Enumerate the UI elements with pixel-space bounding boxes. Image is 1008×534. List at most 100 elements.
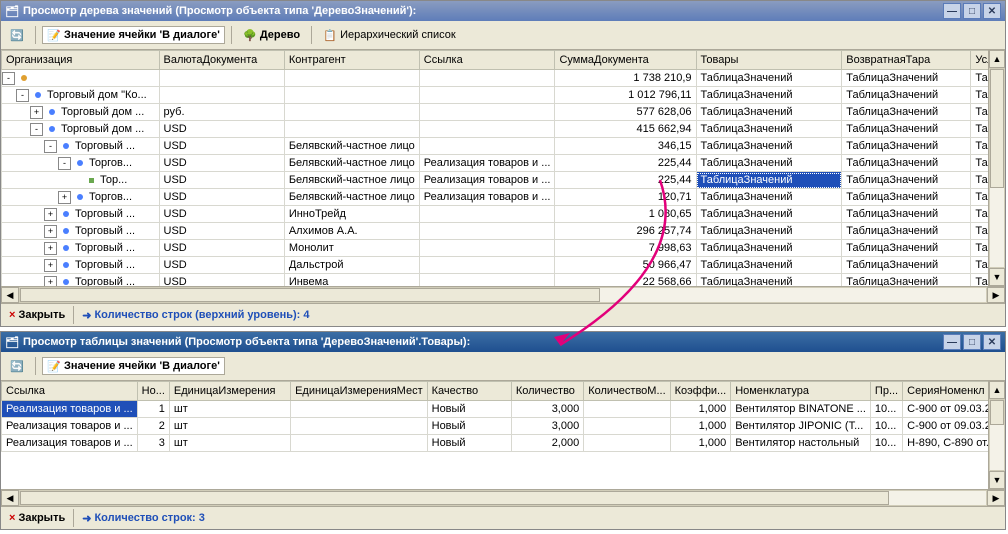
tree-mode-button[interactable]: 🌳Дерево xyxy=(238,26,305,44)
col-header[interactable]: ВозвратнаяТара xyxy=(842,51,971,70)
close-button[interactable]: ✕ xyxy=(983,334,1001,350)
tree-toggle[interactable]: - xyxy=(16,89,29,102)
table-titlebar[interactable]: 🗂 Просмотр таблицы значений (Просмотр об… xyxy=(1,332,1005,352)
table-row[interactable]: +Торговый ...USDИнноТрейд1 080,65Таблица… xyxy=(2,206,1005,223)
col-header[interactable]: ЕдиницаИзмеренияМест xyxy=(291,382,428,401)
col-header[interactable]: ВалютаДокумента xyxy=(159,51,284,70)
col-header[interactable]: СуммаДокумента xyxy=(555,51,696,70)
table-row[interactable]: +Торговый ...USDАлхимов А.А.296 257,74Та… xyxy=(2,223,1005,240)
tree-icon: 🌳 xyxy=(243,28,257,42)
col-header[interactable]: Количество xyxy=(511,382,583,401)
tree-toggle[interactable]: + xyxy=(44,242,57,255)
col-header[interactable]: Организация xyxy=(2,51,160,70)
tree-rows-label: ➜ Количество строк (верхний уровень): 4 xyxy=(78,308,313,323)
tree-node-icon xyxy=(63,143,69,149)
table-row[interactable]: Реализация товаров и ...2штНовый3,0001,0… xyxy=(2,418,1005,435)
table-row[interactable]: -Торгов...USDБелявский-частное лицоРеали… xyxy=(2,155,1005,172)
table-rows-label: ➜ Количество строк: 3 xyxy=(78,511,209,526)
org-text: Торговый ... xyxy=(75,276,135,286)
maximize-button[interactable]: □ xyxy=(963,334,981,350)
table-viewer-window: 🗂 Просмотр таблицы значений (Просмотр об… xyxy=(0,331,1006,530)
tree-grid[interactable]: ОрганизацияВалютаДокументаКонтрагентСсыл… xyxy=(1,50,1005,286)
tree-toggle[interactable]: + xyxy=(30,106,43,119)
table-status: × Закрыть ➜ Количество строк: 3 xyxy=(1,506,1005,529)
tree-node-icon xyxy=(63,211,69,217)
org-text: Торговый ... xyxy=(75,140,135,152)
col-header[interactable]: Коэффи... xyxy=(670,382,731,401)
col-header[interactable]: КоличествоМ... xyxy=(584,382,670,401)
org-text: Торговый ... xyxy=(75,259,135,271)
app-icon: 🗂 xyxy=(5,335,19,349)
close-x-icon: × xyxy=(9,512,15,524)
tree-titlebar[interactable]: 🗂 Просмотр дерева значений (Просмотр объ… xyxy=(1,1,1005,21)
tree-node-icon xyxy=(63,245,69,251)
col-header[interactable]: Товары xyxy=(696,51,842,70)
tree-node-icon xyxy=(63,279,69,285)
tree-toggle[interactable]: - xyxy=(58,157,71,170)
table-row[interactable]: -Торговый ...USDБелявский-частное лицо34… xyxy=(2,138,1005,155)
table-row[interactable]: +Торгов...USDБелявский-частное лицоРеали… xyxy=(2,189,1005,206)
table-title: Просмотр таблицы значений (Просмотр объе… xyxy=(23,336,470,348)
tree-node-icon xyxy=(77,194,83,200)
refresh-icon: 🔄 xyxy=(10,28,24,42)
app-icon: 🗂 xyxy=(5,4,19,18)
refresh-button[interactable]: 🔄 xyxy=(5,26,29,44)
table-close-button[interactable]: × Закрыть xyxy=(5,511,69,525)
col-header[interactable]: Ссылка xyxy=(2,382,138,401)
tree-node-icon xyxy=(49,109,55,115)
col-header[interactable]: Контрагент xyxy=(284,51,419,70)
col-header[interactable]: Но... xyxy=(137,382,169,401)
table-row[interactable]: +Торговый ...USDДальстрой50 966,47Таблиц… xyxy=(2,257,1005,274)
close-button[interactable]: ✕ xyxy=(983,3,1001,19)
table-row[interactable]: Реализация товаров и ...3штНовый2,0001,0… xyxy=(2,435,1005,452)
tree-toggle[interactable]: + xyxy=(58,191,71,204)
tree-toggle[interactable]: + xyxy=(44,208,57,221)
tree-close-button[interactable]: × Закрыть xyxy=(5,308,69,322)
cell-icon: 📝 xyxy=(47,359,61,373)
col-header[interactable]: Качество xyxy=(427,382,511,401)
tree-viewer-window: 🗂 Просмотр дерева значений (Просмотр объ… xyxy=(0,0,1006,327)
table-grid[interactable]: СсылкаНо...ЕдиницаИзмеренияЕдиницаИзмере… xyxy=(1,381,1005,452)
tree-status: × Закрыть ➜ Количество строк (верхний ур… xyxy=(1,303,1005,326)
col-header[interactable]: ЕдиницаИзмерения xyxy=(169,382,290,401)
tree-node-icon xyxy=(49,126,55,132)
col-header[interactable]: Ссылка xyxy=(419,51,555,70)
table-row[interactable]: -1 738 210,9ТаблицаЗначенийТаблицаЗначен… xyxy=(2,70,1005,87)
tree-node-icon xyxy=(63,262,69,268)
col-header[interactable]: Пр... xyxy=(870,382,902,401)
tree-node-icon xyxy=(77,160,83,166)
tree-toggle[interactable]: + xyxy=(44,276,57,287)
org-text: Торговый ... xyxy=(75,208,135,220)
org-text: Тор... xyxy=(100,174,127,186)
tree-toggle[interactable]: - xyxy=(2,72,15,85)
table-row[interactable]: Реализация товаров и ...1штНовый3,0001,0… xyxy=(2,401,1005,418)
hlist-mode-button[interactable]: 📋Иерархический список xyxy=(318,26,461,44)
cell-value-button[interactable]: 📝Значение ячейки 'В диалоге' xyxy=(42,26,225,44)
table-row[interactable]: Тор...USDБелявский-частное лицоРеализаци… xyxy=(2,172,1005,189)
tree-toggle[interactable]: - xyxy=(30,123,43,136)
org-text: Торговый дом "Ко... xyxy=(47,89,147,101)
table-row[interactable]: +Торговый ...USDМонолит7 998,63ТаблицаЗн… xyxy=(2,240,1005,257)
tree-toggle[interactable]: - xyxy=(44,140,57,153)
org-text: Торговый дом ... xyxy=(61,123,144,135)
maximize-button[interactable]: □ xyxy=(963,3,981,19)
cell-value-button[interactable]: 📝Значение ячейки 'В диалоге' xyxy=(42,357,225,375)
tree-toggle[interactable]: + xyxy=(44,225,57,238)
table-row[interactable]: +Торговый дом ...руб.577 628,06ТаблицаЗн… xyxy=(2,104,1005,121)
tree-hscroll[interactable]: ◀▶ xyxy=(1,286,1005,303)
table-row[interactable]: -Торговый дом ...USD415 662,94ТаблицаЗна… xyxy=(2,121,1005,138)
table-hscroll[interactable]: ◀▶ xyxy=(1,489,1005,506)
col-header[interactable]: Номенклатура xyxy=(731,382,871,401)
minimize-button[interactable]: — xyxy=(943,3,961,19)
tree-vscroll[interactable]: ▲▼ xyxy=(988,50,1005,286)
table-row[interactable]: +Торговый ...USDИнвема22 568,66ТаблицаЗн… xyxy=(2,274,1005,287)
table-vscroll[interactable]: ▲▼ xyxy=(988,381,1005,489)
refresh-button[interactable]: 🔄 xyxy=(5,357,29,375)
tree-node-icon xyxy=(89,178,94,183)
org-text: Торговый ... xyxy=(75,242,135,254)
minimize-button[interactable]: — xyxy=(943,334,961,350)
arrow-right-icon: ➜ xyxy=(82,309,91,322)
table-row[interactable]: -Торговый дом "Ко...1 012 796,11ТаблицаЗ… xyxy=(2,87,1005,104)
tree-toggle[interactable]: + xyxy=(44,259,57,272)
tree-toolbar: 🔄 📝Значение ячейки 'В диалоге' 🌳Дерево 📋… xyxy=(1,21,1005,50)
